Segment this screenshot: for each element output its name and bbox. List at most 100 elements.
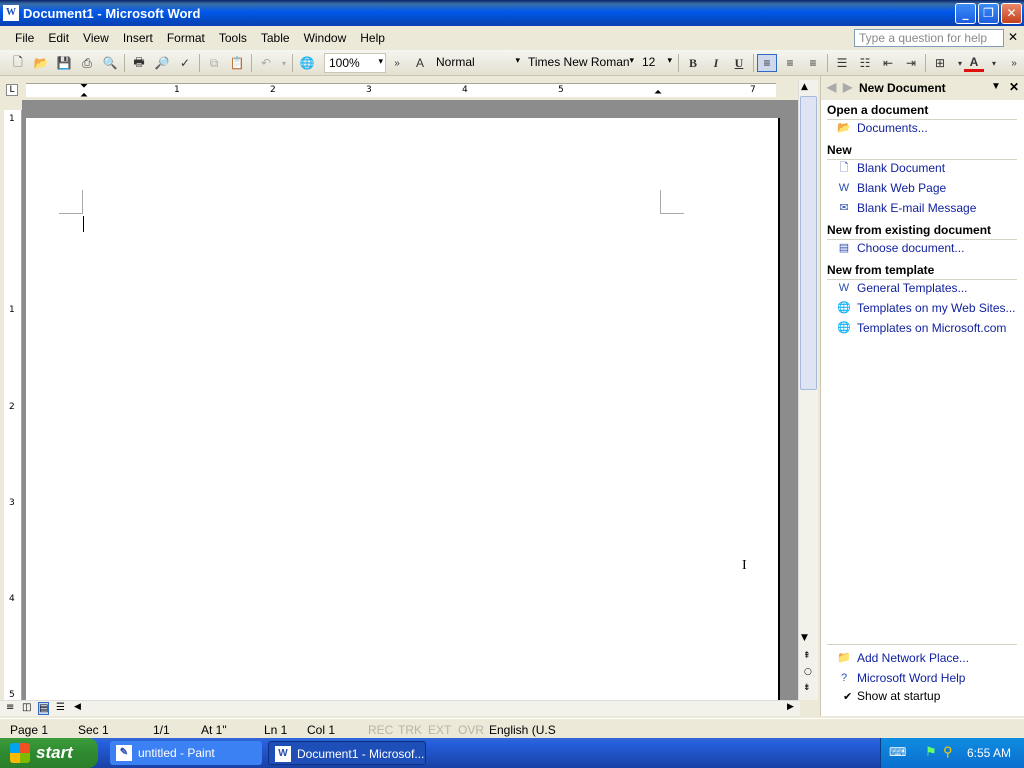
select-browse-object-icon[interactable]: ○ [804, 667, 812, 677]
increase-indent-icon[interactable]: ⇥ [901, 54, 921, 72]
status-section: Sec 1 [78, 723, 109, 737]
close-button[interactable]: ✕ [1001, 3, 1022, 24]
align-right-icon[interactable]: ≡ [803, 54, 823, 72]
link-general-templates[interactable]: General Templates... [857, 281, 968, 295]
print-preview-icon[interactable]: 🔎 [152, 54, 172, 72]
borders-icon[interactable]: ⊞ [930, 54, 950, 72]
right-indent-icon[interactable]: ⏶ [654, 87, 662, 98]
taskbar-item-paint[interactable]: ✎ untitled - Paint [110, 741, 262, 765]
align-left-icon[interactable]: ≡ [757, 54, 777, 72]
previous-page-icon[interactable]: ⇞ [803, 651, 811, 661]
link-documents[interactable]: Documents... [857, 121, 928, 135]
start-button[interactable]: start [0, 738, 98, 768]
show-at-startup-label: Show at startup [857, 689, 941, 703]
bold-button[interactable]: B [683, 54, 703, 72]
status-ext[interactable]: EXT [428, 723, 451, 737]
scroll-right-icon[interactable]: ▶ [787, 702, 794, 712]
next-page-icon[interactable]: ⇟ [803, 683, 811, 693]
font-color-dropdown-icon[interactable]: ▾ [984, 54, 1004, 72]
normal-view-icon[interactable]: ≡ [6, 702, 14, 713]
italic-button[interactable]: I [706, 54, 726, 72]
ask-question-input[interactable]: Type a question for help [854, 29, 1004, 47]
font-color-icon[interactable]: A [964, 54, 984, 72]
outline-view-icon[interactable]: ☰ [56, 702, 65, 713]
spelling-icon[interactable]: ✓ [175, 54, 195, 72]
keyboard-icon[interactable]: ⌨ [889, 745, 906, 759]
font-size-select[interactable]: 12 ▾ [638, 53, 674, 73]
document-page[interactable]: I [26, 118, 780, 700]
close-icon[interactable]: ✕ [1009, 80, 1019, 94]
menu-insert[interactable]: Insert [116, 31, 160, 45]
link-blank-web-page[interactable]: Blank Web Page [857, 181, 946, 195]
back-arrow-icon[interactable]: ◀ [827, 80, 836, 94]
web-templates-icon: 🌐 [837, 302, 851, 314]
style-select[interactable]: Normal ▾ [432, 53, 522, 73]
open-folder-icon[interactable]: 📂 [31, 54, 51, 72]
link-blank-document[interactable]: Blank Document [857, 161, 945, 175]
font-select[interactable]: Times New Roman ▾ [524, 53, 636, 73]
scroll-up-icon[interactable]: ▲ [801, 82, 808, 92]
styles-icon[interactable]: A [410, 54, 430, 72]
search-icon[interactable]: ⚲ [943, 744, 953, 760]
undo-dropdown-icon[interactable]: ▾ [274, 54, 294, 72]
status-ovr[interactable]: OVR [458, 723, 484, 737]
link-choose-document[interactable]: Choose document... [857, 241, 964, 255]
paste-icon[interactable]: 📋 [227, 54, 247, 72]
menu-tools[interactable]: Tools [212, 31, 254, 45]
tab-selector-icon[interactable]: L [6, 84, 18, 96]
scroll-down-icon[interactable]: ▼ [801, 633, 808, 643]
taskbar-item-word[interactable]: W Document1 - Microsof... [268, 741, 426, 765]
scroll-thumb[interactable] [800, 96, 817, 390]
status-language: English (U.S [489, 723, 556, 737]
close-document-icon[interactable]: ✕ [1008, 30, 1018, 44]
save-icon[interactable]: 💾 [54, 54, 74, 72]
forward-arrow-icon[interactable]: ▶ [843, 80, 852, 94]
menu-format[interactable]: Format [160, 31, 212, 45]
link-blank-email[interactable]: Blank E-mail Message [857, 201, 976, 215]
show-at-startup-checkbox[interactable]: ✔ [843, 690, 852, 703]
numbering-icon[interactable]: ☰ [832, 54, 852, 72]
status-trk[interactable]: TRK [398, 723, 422, 737]
taskbar-item-label: untitled - Paint [138, 746, 215, 760]
new-document-icon[interactable]: 🗋 [8, 54, 28, 72]
undo-icon[interactable]: ↶ [256, 54, 276, 72]
print-layout-view-icon[interactable]: ▤ [38, 702, 50, 715]
zoom-select[interactable]: 100% ▾ [324, 53, 386, 73]
bullets-icon[interactable]: ☷ [855, 54, 875, 72]
link-word-help[interactable]: Microsoft Word Help [857, 671, 965, 685]
permission-icon[interactable]: ⎙ [77, 54, 97, 72]
window-title: Document1 - Microsoft Word [23, 5, 201, 21]
search-document-icon[interactable]: 🔍 [100, 54, 120, 72]
menu-table[interactable]: Table [254, 31, 297, 45]
web-layout-view-icon[interactable]: ◫ [22, 702, 31, 713]
folder-icon: 📂 [837, 122, 851, 134]
vruler-number: 3 [9, 498, 15, 508]
restore-button[interactable]: ❐ [978, 3, 999, 24]
menu-file[interactable]: File [8, 31, 41, 45]
font-value: Times New Roman [528, 55, 630, 69]
vertical-scrollbar[interactable]: ▲ ▼ ⇞ ○ ⇟ [798, 80, 818, 700]
menu-window[interactable]: Window [297, 31, 354, 45]
link-ms-templates[interactable]: Templates on Microsoft.com [857, 321, 1006, 335]
menu-help[interactable]: Help [353, 31, 392, 45]
status-rec[interactable]: REC [368, 723, 393, 737]
menu-view[interactable]: View [76, 31, 116, 45]
web-globe-icon[interactable]: 🌐 [297, 54, 317, 72]
print-icon[interactable]: 🖶 [129, 54, 149, 72]
align-center-icon[interactable]: ≡ [780, 54, 800, 72]
task-pane-menu-icon[interactable]: ▼ [991, 81, 1001, 92]
copy-icon[interactable]: ⧉ [204, 54, 224, 72]
decrease-indent-icon[interactable]: ⇤ [878, 54, 898, 72]
toolbar-options-icon[interactable]: » [1004, 54, 1024, 72]
network-icon[interactable]: ⚑ [925, 744, 937, 760]
underline-button[interactable]: U [729, 54, 749, 72]
menu-edit[interactable]: Edit [41, 31, 76, 45]
style-value: Normal [436, 55, 475, 69]
link-web-templates[interactable]: Templates on my Web Sites... [857, 301, 1016, 315]
toolbar-options-icon[interactable]: » [387, 54, 407, 72]
minimize-button[interactable]: _ [955, 3, 976, 24]
zoom-value: 100% [329, 56, 360, 70]
link-add-network-place[interactable]: Add Network Place... [857, 651, 969, 665]
horizontal-scrollbar[interactable]: ≡ ◫ ▤ ☰ ◀ ▶ [0, 700, 800, 716]
scroll-left-icon[interactable]: ◀ [74, 702, 81, 712]
